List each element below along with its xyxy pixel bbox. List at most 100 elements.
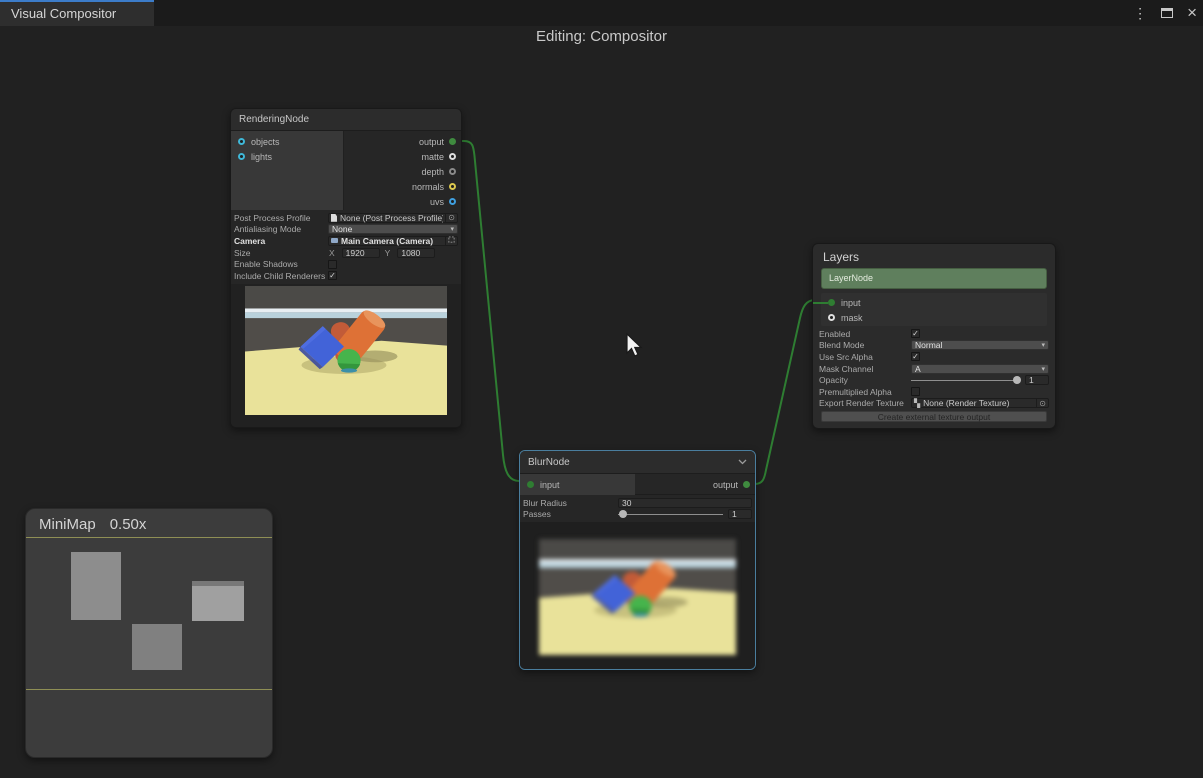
row-enable-shadows: Enable Shadows xyxy=(231,258,461,270)
blur-node[interactable]: BlurNode input output Blur Radius 30 xyxy=(519,450,756,670)
minimap-panel[interactable]: MiniMap 0.50x xyxy=(25,508,273,758)
port-objects[interactable]: objects xyxy=(231,134,343,149)
maximize-icon[interactable] xyxy=(1161,8,1173,18)
premultiplied-alpha-checkbox[interactable] xyxy=(911,387,920,396)
port-dot-uvs[interactable] xyxy=(449,198,456,205)
port-dot-normals[interactable] xyxy=(449,183,456,190)
passes-slider[interactable] xyxy=(618,509,723,519)
rendering-node-outputs: output matte depth normals uvs xyxy=(345,131,461,209)
port-dot-matte[interactable] xyxy=(449,153,456,160)
rendering-node-titlebar[interactable]: RenderingNode xyxy=(231,109,461,131)
window-menu-icon[interactable]: ⋮ xyxy=(1133,0,1147,26)
enable-shadows-checkbox[interactable] xyxy=(328,260,337,269)
layers-panel[interactable]: Layers LayerNode input mask Enabled ✓ xyxy=(812,243,1056,429)
rendering-node-properties: Post Process Profile None (Post Process … xyxy=(231,210,461,282)
chevron-down-icon: ▾ xyxy=(450,225,454,233)
port-dot-layer-input[interactable] xyxy=(828,299,835,306)
object-picker-icon[interactable]: ⊙ xyxy=(445,213,455,222)
passes-value-field[interactable]: 1 xyxy=(728,509,752,519)
chevron-down-icon: ▾ xyxy=(1041,341,1045,349)
antialiasing-mode-dropdown[interactable]: None ▾ xyxy=(328,224,458,234)
port-uvs[interactable]: uvs xyxy=(345,194,461,209)
port-normals[interactable]: normals xyxy=(345,179,461,194)
blur-node-properties: Blur Radius 30 Passes 1 xyxy=(520,495,755,520)
chevron-down-icon: ▾ xyxy=(1041,365,1045,373)
size-x-field[interactable]: 1920 xyxy=(342,248,380,258)
scene-picker-icon[interactable] xyxy=(445,236,455,245)
visual-compositor-window: Visual Compositor ⋮ × Editing: Composito… xyxy=(0,0,1203,778)
row-export-render-texture: Export Render Texture ▚ None (Render Tex… xyxy=(816,398,1052,410)
y-axis-label: Y xyxy=(385,248,391,258)
row-premultiplied-alpha: Premultiplied Alpha xyxy=(816,386,1052,398)
blur-radius-field[interactable]: 30 xyxy=(618,498,752,508)
use-src-alpha-checkbox[interactable]: ✓ xyxy=(911,352,920,361)
enabled-checkbox[interactable]: ✓ xyxy=(911,329,920,338)
asset-icon xyxy=(331,214,337,222)
minimap-node-layers[interactable] xyxy=(192,581,244,621)
blur-node-title: BlurNode xyxy=(528,451,570,474)
layer-node-properties: Enabled ✓ Blend Mode Normal ▾ Use Src Al xyxy=(816,328,1052,409)
blend-mode-dropdown[interactable]: Normal ▾ xyxy=(911,340,1049,350)
port-layer-mask[interactable]: mask xyxy=(821,310,1047,325)
port-matte[interactable]: matte xyxy=(345,149,461,164)
port-lights[interactable]: lights xyxy=(231,149,343,164)
minimap-title: MiniMap xyxy=(39,516,96,533)
close-icon[interactable]: × xyxy=(1187,1,1197,25)
rendering-node-ports: objects lights output matte depth xyxy=(231,131,461,210)
port-dot-layer-mask[interactable] xyxy=(828,314,835,321)
render-preview-image xyxy=(245,286,447,415)
port-layer-input[interactable]: input xyxy=(821,295,1047,310)
tab-visual-compositor[interactable]: Visual Compositor xyxy=(0,0,154,26)
window-titlebar: Visual Compositor ⋮ × xyxy=(0,0,1203,26)
create-external-texture-output-button[interactable]: Create external texture output xyxy=(821,411,1047,422)
row-passes: Passes 1 xyxy=(520,509,755,521)
export-render-texture-field[interactable]: ▚ None (Render Texture) ⊙ xyxy=(911,398,1049,408)
passes-slider-thumb[interactable] xyxy=(619,510,627,518)
camera-field[interactable]: Main Camera (Camera) xyxy=(328,236,458,246)
include-child-renderers-checkbox[interactable]: ✓ xyxy=(328,271,337,280)
collapse-chevron-icon[interactable] xyxy=(738,459,747,465)
wire-output-to-blur-input[interactable] xyxy=(457,141,522,481)
wire-stub xyxy=(813,302,828,304)
row-blur-radius: Blur Radius 30 xyxy=(520,497,755,509)
port-blur-input[interactable]: input xyxy=(520,474,635,495)
row-include-child-renderers: Include Child Renderers ✓ xyxy=(231,270,461,282)
port-dot-output[interactable] xyxy=(449,138,456,145)
editing-label: Editing: Compositor xyxy=(0,28,1203,45)
minimap-zoom-level: 0.50x xyxy=(110,516,147,533)
minimap-node-blur[interactable] xyxy=(132,624,182,670)
rendering-node-preview xyxy=(231,284,461,428)
object-picker-icon[interactable]: ⊙ xyxy=(1036,399,1046,408)
rendering-node-inputs: objects lights xyxy=(231,131,344,210)
port-dot-blur-input[interactable] xyxy=(527,481,534,488)
render-texture-icon: ▚ xyxy=(914,399,920,408)
port-dot-depth[interactable] xyxy=(449,168,456,175)
camera-icon xyxy=(331,238,338,243)
blurred-preview-image xyxy=(539,539,736,655)
layer-node-ports: input mask xyxy=(821,293,1047,326)
size-y-field[interactable]: 1080 xyxy=(397,248,435,258)
row-blend-mode: Blend Mode Normal ▾ xyxy=(816,340,1052,352)
row-camera: Camera Main Camera (Camera) xyxy=(231,235,461,247)
post-process-profile-field[interactable]: None (Post Process Profile) ⊙ xyxy=(328,213,458,223)
port-dot-blur-output[interactable] xyxy=(743,481,750,488)
blur-node-titlebar[interactable]: BlurNode xyxy=(520,451,755,474)
row-post-process-profile: Post Process Profile None (Post Process … xyxy=(231,212,461,224)
opacity-slider[interactable] xyxy=(911,375,1020,385)
port-depth[interactable]: depth xyxy=(345,164,461,179)
layer-node-header[interactable]: LayerNode xyxy=(821,268,1047,289)
layers-panel-title: Layers xyxy=(813,244,1055,268)
blur-node-ports: input output xyxy=(520,474,755,495)
port-dot-objects[interactable] xyxy=(238,138,245,145)
port-blur-output[interactable]: output xyxy=(636,474,755,495)
row-antialiasing-mode: Antialiasing Mode None ▾ xyxy=(231,224,461,236)
rendering-node[interactable]: RenderingNode objects lights output xyxy=(230,108,462,428)
port-output[interactable]: output xyxy=(345,134,461,149)
row-mask-channel: Mask Channel A ▾ xyxy=(816,363,1052,375)
row-use-src-alpha: Use Src Alpha ✓ xyxy=(816,351,1052,363)
minimap-node-rendering[interactable] xyxy=(71,552,121,620)
opacity-value-field[interactable]: 1 xyxy=(1025,375,1049,385)
port-dot-lights[interactable] xyxy=(238,153,245,160)
opacity-slider-thumb[interactable] xyxy=(1013,376,1021,384)
mask-channel-dropdown[interactable]: A ▾ xyxy=(911,364,1049,374)
